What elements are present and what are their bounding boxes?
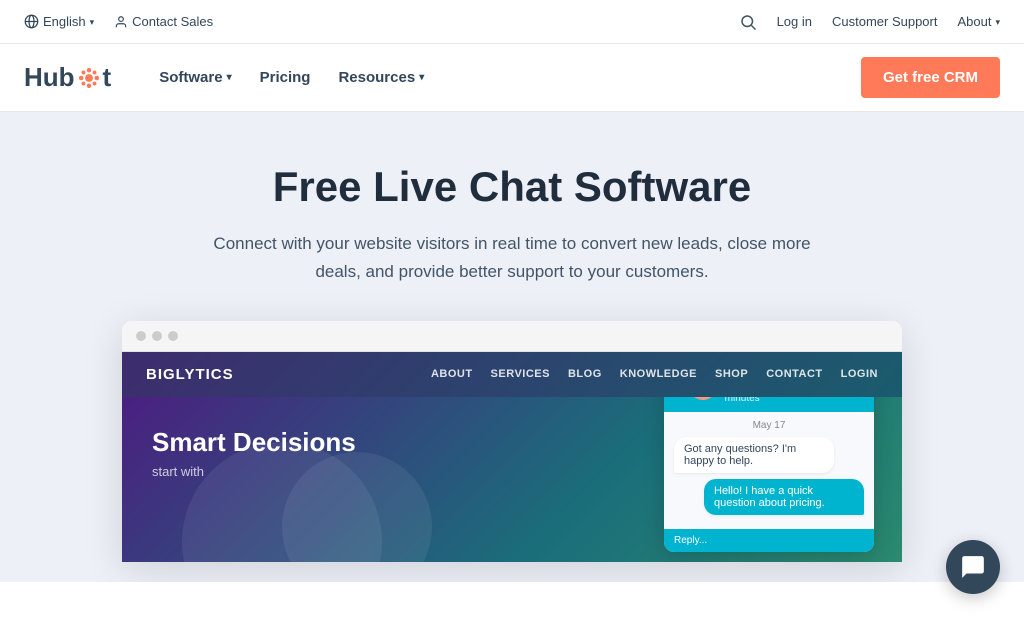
chat-widget: ‹ 👩 Lisa We typically reply in a few min… [664, 397, 874, 552]
person-icon [114, 15, 128, 29]
about-chevron: ▾ [995, 17, 1000, 28]
nav-links: Software ▾ Pricing Resources ▾ [147, 61, 436, 94]
language-selector[interactable]: English ▾ [24, 14, 94, 29]
biglytics-services: SERVICES [491, 368, 550, 380]
chat-bubble-user: Hello! I have a quick question about pri… [704, 479, 864, 515]
chat-body: May 17 Got any questions? I'm happy to h… [664, 412, 874, 529]
chat-date: May 17 [674, 420, 864, 431]
biglytics-about: ABOUT [431, 368, 473, 380]
resources-chevron: ▾ [419, 72, 424, 83]
chat-input-placeholder: Reply... [674, 535, 864, 546]
chat-input-row[interactable]: Reply... [664, 529, 874, 552]
browser-body: BIGLYTICS ABOUT SERVICES BLOG KNOWLEDGE … [122, 352, 902, 562]
chat-bubble-icon [960, 554, 986, 580]
biglytics-nav: BIGLYTICS ABOUT SERVICES BLOG KNOWLEDGE … [122, 352, 902, 397]
browser-mockup: BIGLYTICS ABOUT SERVICES BLOG KNOWLEDGE … [122, 321, 902, 562]
language-chevron: ▾ [90, 17, 95, 28]
chat-header-info: Lisa We typically reply in a few minutes [725, 397, 862, 404]
about-link[interactable]: About ▾ [957, 14, 1000, 29]
chat-bubble-agent: Got any questions? I'm happy to help. [674, 437, 834, 473]
browser-dot-2 [152, 331, 162, 341]
hubspot-sprocket-icon [76, 65, 102, 91]
get-free-crm-button[interactable]: Get free CRM [861, 57, 1000, 98]
contact-sales-link[interactable]: Contact Sales [114, 14, 213, 29]
nav-left: Hub t Software ▾ [24, 61, 436, 94]
software-nav-link[interactable]: Software ▾ [147, 61, 243, 94]
resources-nav-link[interactable]: Resources ▾ [326, 61, 436, 94]
biglytics-shop: SHOP [715, 368, 748, 380]
biglytics-brand: BIGLYTICS [146, 366, 234, 383]
top-bar-left: English ▾ Contact Sales [24, 14, 213, 29]
customer-support-link[interactable]: Customer Support [832, 14, 938, 29]
hero-section: Free Live Chat Software Connect with you… [0, 112, 1024, 582]
browser-dot-3 [168, 331, 178, 341]
logo-spot: t [103, 62, 112, 93]
chat-message-1-row: Got any questions? I'm happy to help. [674, 437, 864, 473]
globe-icon [24, 14, 39, 29]
floating-chat-button[interactable] [946, 540, 1000, 594]
chat-header: ‹ 👩 Lisa We typically reply in a few min… [664, 397, 874, 412]
biglytics-nav-links: ABOUT SERVICES BLOG KNOWLEDGE SHOP CONTA… [431, 368, 878, 380]
login-link[interactable]: Log in [777, 14, 812, 29]
biglytics-blog: BLOG [568, 368, 602, 380]
search-icon[interactable] [739, 13, 757, 31]
hero-title: Free Live Chat Software [273, 162, 751, 212]
top-bar: English ▾ Contact Sales Log in Customer … [0, 0, 1024, 44]
main-nav: Hub t Software ▾ [0, 44, 1024, 112]
biglytics-knowledge: KNOWLEDGE [620, 368, 697, 380]
chat-agent-status: We typically reply in a few minutes [725, 397, 862, 404]
software-chevron: ▾ [227, 72, 232, 83]
language-label: English [43, 14, 86, 29]
chat-message-2-row: Hello! I have a quick question about pri… [674, 479, 864, 515]
contact-sales-label: Contact Sales [132, 14, 213, 29]
hubspot-logo[interactable]: Hub t [24, 62, 111, 93]
biglytics-contact: CONTACT [766, 368, 822, 380]
top-bar-right: Log in Customer Support About ▾ [739, 13, 1000, 31]
hero-subtitle: Connect with your website visitors in re… [192, 230, 832, 284]
biglytics-login: LOGIN [841, 368, 878, 380]
biglytics-hero: Smart Decisions start with ‹ 👩 Lisa We t… [122, 397, 902, 562]
browser-chrome [122, 321, 902, 352]
chat-avatar: 👩 [689, 397, 717, 400]
logo-hub: Hub [24, 62, 75, 93]
browser-dot-1 [136, 331, 146, 341]
pricing-nav-link[interactable]: Pricing [248, 61, 323, 94]
